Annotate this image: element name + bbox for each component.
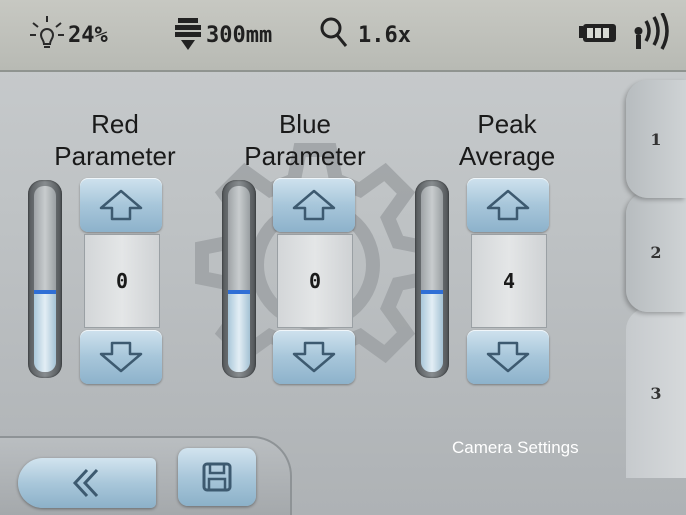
red-parameter-stepper: 0 (80, 178, 162, 384)
level-fill (228, 292, 250, 372)
arrow-up-icon (292, 189, 336, 221)
blue-increase-button[interactable] (273, 178, 355, 232)
focus-distance-indicator: 300mm (170, 0, 272, 70)
blue-decrease-button[interactable] (273, 330, 355, 384)
blue-parameter-level-bar[interactable] (222, 180, 256, 378)
light-level-indicator: 24% (28, 0, 108, 70)
focus-distance-icon (170, 12, 206, 58)
battery-icon (578, 0, 618, 70)
level-fill (34, 292, 56, 372)
peak-average-label: Peak Average (458, 109, 556, 171)
arrow-down-icon (486, 341, 530, 373)
save-button[interactable] (178, 448, 256, 506)
red-parameter-value: 0 (84, 234, 160, 328)
peak-average-level-bar[interactable] (415, 180, 449, 378)
focus-distance-value: 300mm (206, 22, 273, 48)
peak-average-increase-button[interactable] (467, 178, 549, 232)
status-bar: 24% 300mm 1.6x (0, 0, 686, 72)
tab-1[interactable]: 1 (626, 80, 686, 198)
light-bulb-icon (28, 13, 66, 57)
arrow-up-icon (486, 189, 530, 221)
zoom-value: 1.6x (358, 22, 411, 48)
level-marker (421, 290, 443, 294)
red-increase-button[interactable] (80, 178, 162, 232)
peak-average-value: 4 (471, 234, 547, 328)
red-decrease-button[interactable] (80, 330, 162, 384)
save-disk-icon (202, 462, 232, 492)
tab-label: 2 (650, 242, 662, 262)
peak-average-stepper: 4 (467, 178, 549, 384)
level-fill (421, 292, 443, 372)
red-parameter-level-bar[interactable] (28, 180, 62, 378)
blue-parameter-stepper: 0 (273, 178, 355, 384)
screen-title: Camera Settings (452, 438, 579, 457)
tab-label: 1 (650, 129, 662, 149)
tab-label: 3 (650, 383, 662, 403)
arrow-up-icon (99, 189, 143, 221)
side-tabs: 3 2 1 (626, 80, 686, 480)
double-chevron-left-icon (72, 468, 99, 498)
arrow-down-icon (292, 341, 336, 373)
tab-3[interactable]: 3 (626, 308, 686, 478)
blue-parameter-value: 0 (277, 234, 353, 328)
peak-average-decrease-button[interactable] (467, 330, 549, 384)
camera-settings-screen: 24% 300mm 1.6x 3 2 1 Red Parameter Blue … (0, 0, 686, 515)
magnifier-icon (318, 15, 350, 55)
blue-parameter-label: Blue Parameter (244, 109, 366, 171)
wireless-signal-icon (630, 0, 676, 70)
level-marker (228, 290, 250, 294)
tab-2[interactable]: 2 (626, 192, 686, 312)
zoom-indicator: 1.6x (318, 0, 411, 70)
level-marker (34, 290, 56, 294)
back-button[interactable] (18, 458, 156, 508)
red-parameter-label: Red Parameter (54, 109, 176, 171)
arrow-down-icon (99, 341, 143, 373)
light-level-value: 24% (68, 22, 108, 48)
